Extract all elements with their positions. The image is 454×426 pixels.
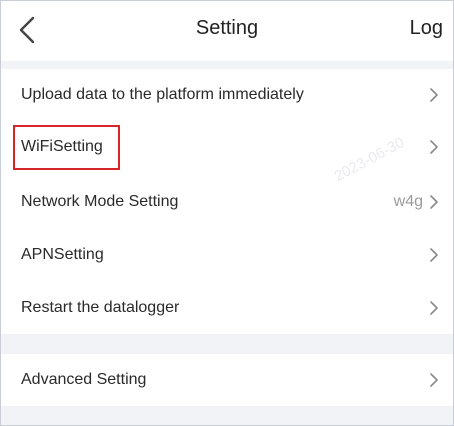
setting-label: Advanced Setting: [21, 371, 147, 388]
setting-row-apn[interactable]: APNSetting: [1, 229, 453, 281]
setting-value: w4g: [393, 193, 423, 210]
setting-label: Network Mode Setting: [21, 193, 179, 210]
setting-row-network-mode[interactable]: Network Mode Setting w4g: [1, 176, 453, 228]
log-button[interactable]: Log: [410, 17, 443, 40]
chevron-right-icon: [429, 139, 439, 155]
setting-row-restart[interactable]: Restart the datalogger: [1, 282, 453, 334]
chevron-right-icon: [429, 300, 439, 316]
chevron-right-icon: [429, 247, 439, 263]
chevron-right-icon: [429, 87, 439, 103]
setting-row-upload-data[interactable]: Upload data to the platform immediately: [1, 69, 453, 121]
page-title: Setting: [195, 17, 259, 39]
setting-label: Restart the datalogger: [21, 299, 180, 316]
chevron-right-icon: [429, 194, 439, 210]
app-header: Setting Log: [1, 1, 453, 61]
setting-label: Upload data to the platform immediately: [21, 86, 304, 103]
section-gap: [1, 61, 453, 69]
section-gap: [1, 406, 453, 425]
settings-screen: Setting Log Upload data to the platform …: [0, 0, 454, 426]
section-gap: [1, 334, 453, 354]
highlight-box: [13, 125, 120, 170]
setting-label: APNSetting: [21, 246, 104, 263]
setting-row-advanced[interactable]: Advanced Setting: [1, 354, 453, 406]
chevron-right-icon: [429, 372, 439, 388]
